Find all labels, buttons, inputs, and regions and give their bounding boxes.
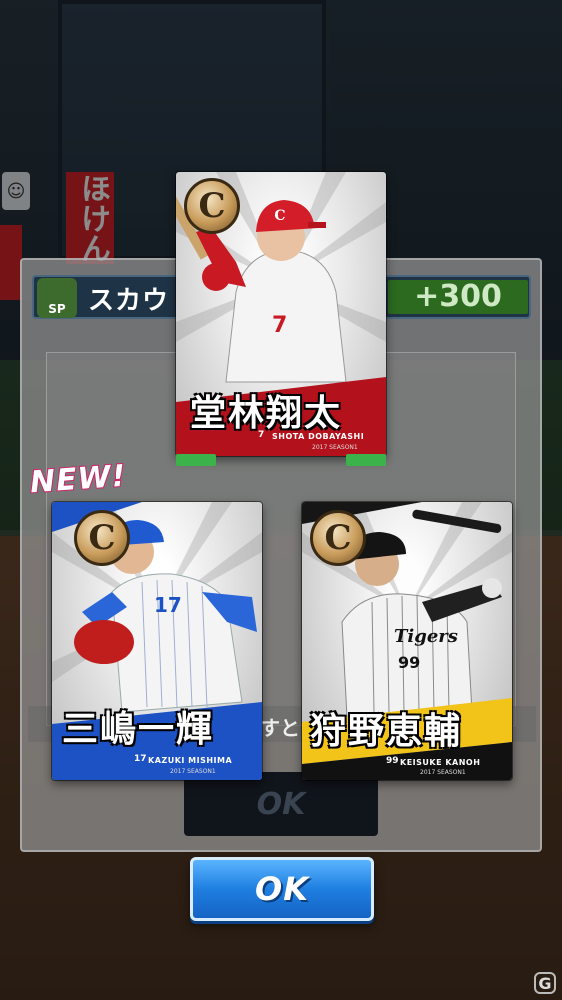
player-name: 堂林翔太: [190, 392, 343, 434]
svg-text:17: 17: [154, 593, 182, 617]
uniform-number: 99: [386, 756, 399, 766]
scout-points-value: +300: [388, 280, 528, 314]
card-stand: [346, 454, 386, 466]
player-romaji: KAZUKI MISHIMA: [148, 756, 233, 765]
sp-icon: SP: [37, 278, 77, 318]
player-romaji: KEISUKE KANOH: [400, 758, 481, 767]
new-badge: NEW!: [28, 458, 129, 502]
player-card[interactable]: C 7 C 堂林翔太 7 SHOTA DOBAYASHI 2017 SEASON…: [176, 172, 386, 456]
svg-text:99: 99: [398, 653, 420, 672]
card-season: 2017 SEASON1: [312, 444, 358, 451]
player-card[interactable]: 17 C 三嶋一輝 17 KAZUKI MISHIMA 2017 SEASON1: [52, 502, 262, 780]
card-stand: [176, 454, 216, 466]
rank-badge-icon: C: [74, 510, 130, 566]
scout-label: スカウ: [88, 286, 170, 316]
dialog-ok-button: OK: [184, 772, 378, 836]
description-text: すと: [260, 716, 300, 740]
uniform-number: 7: [258, 430, 265, 440]
sp-label: SP: [48, 302, 66, 316]
watermark-logo-icon: G: [534, 972, 556, 994]
svg-text:C: C: [274, 208, 285, 224]
player-name: 三嶋一輝: [62, 708, 215, 750]
card-season: 2017 SEASON1: [420, 769, 466, 776]
uniform-number: 17: [134, 754, 147, 764]
rank-badge-icon: C: [184, 178, 240, 234]
ok-button[interactable]: OK: [190, 857, 374, 921]
player-name: 狩野恵輔: [310, 710, 463, 752]
player-card[interactable]: Tigers 99 C 狩野恵輔 99 KEISUKE KANOH 2017 S…: [302, 502, 512, 780]
svg-text:Tigers: Tigers: [394, 626, 458, 647]
player-romaji: SHOTA DOBAYASHI: [272, 432, 365, 441]
svg-text:7: 7: [272, 313, 287, 338]
rank-badge-icon: C: [310, 510, 366, 566]
card-season: 2017 SEASON1: [170, 768, 216, 775]
